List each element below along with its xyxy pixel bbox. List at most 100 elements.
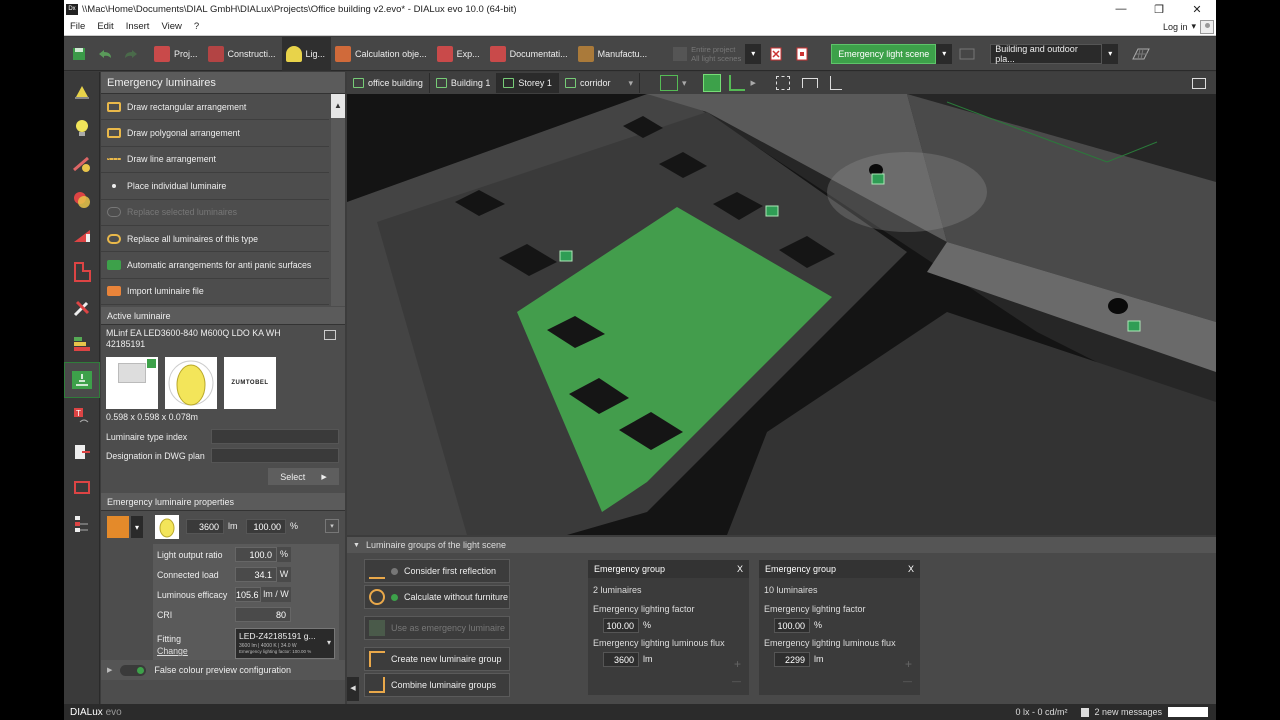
change-fitting-link[interactable]: Change <box>157 646 188 656</box>
light-scene-selector[interactable]: Emergency light scene ▾ <box>831 43 953 64</box>
designation-input[interactable] <box>211 448 339 464</box>
save-icon[interactable] <box>68 43 90 65</box>
login-link[interactable]: Log in <box>1163 22 1188 32</box>
view-mode-icon[interactable] <box>659 75 678 91</box>
text-tool-icon[interactable]: T <box>64 398 100 434</box>
draw-polygonal-button[interactable]: Draw polygonal arrangement <box>101 120 329 147</box>
scroll-up-button[interactable]: ▲ <box>331 94 345 118</box>
select-button[interactable]: Select ▶ <box>268 468 339 486</box>
light-distribution-diagram[interactable] <box>165 357 217 410</box>
false-colour-row[interactable]: ▶ False colour preview configuration <box>101 660 345 680</box>
collapse-sidebar-button[interactable]: ◀ <box>347 677 359 701</box>
escape-route-icon[interactable] <box>64 434 100 470</box>
calc-filter-dropdown[interactable]: ▾ <box>745 43 762 64</box>
tab-export[interactable]: Exp... <box>433 37 486 71</box>
room-luminaire-icon[interactable] <box>64 254 100 290</box>
axis-icon[interactable] <box>829 76 842 90</box>
action-list-scrollbar[interactable]: ▲ <box>331 94 345 306</box>
tab-documentation[interactable]: Documentati... <box>486 37 574 71</box>
login-area[interactable]: Log in ▾ <box>1163 19 1216 34</box>
use-as-emergency-button[interactable]: Use as emergency luminaire <box>364 616 510 640</box>
tab-calculation-objects[interactable]: Calculation obje... <box>331 37 433 71</box>
replace-all-button[interactable]: Replace all luminaires of this type <box>101 226 329 253</box>
fitting-select[interactable]: LED-Z42185191 g... 3600 lm | 4000 K | 34… <box>235 628 335 660</box>
factor-input[interactable]: 100.00 <box>246 519 286 535</box>
emergency-luminaire-marker[interactable] <box>765 205 779 217</box>
crumb-corridor[interactable]: corridor ▾ <box>559 73 640 93</box>
floor-plan-icon[interactable] <box>728 75 745 91</box>
messages-icon[interactable] <box>1081 707 1090 717</box>
3d-viewport[interactable]: office building Building 1 Storey 1 corr… <box>347 72 1216 535</box>
consider-first-reflection-button[interactable]: Consider first reflection <box>364 559 510 583</box>
emergency-distribution-thumb[interactable] <box>155 515 179 540</box>
expand-properties-button[interactable]: ▾ <box>325 519 339 534</box>
import-luminaire-button[interactable]: Import luminaire file <box>101 279 329 306</box>
menu-help[interactable]: ? <box>188 21 205 32</box>
emergency-group-card[interactable]: Emergency group X 2 luminaires Emergency … <box>588 560 749 695</box>
create-group-button[interactable]: Create new luminaire group <box>364 647 510 671</box>
crumb-storey-1[interactable]: Storey 1 <box>497 73 559 93</box>
menu-edit[interactable]: Edit <box>91 21 119 32</box>
view-select[interactable]: Building and outdoor pla... <box>990 43 1103 64</box>
area-icon[interactable] <box>64 470 100 506</box>
emergency-luminaire-icon[interactable] <box>64 362 100 398</box>
replace-selected-button[interactable]: Replace selected luminaires <box>101 200 329 226</box>
auto-anti-panic-button[interactable]: Automatic arrangements for anti panic su… <box>101 252 329 279</box>
tab-manufacturer[interactable]: Manufactu... <box>574 37 654 71</box>
measure-icon[interactable] <box>801 78 818 88</box>
emergency-luminaire-marker[interactable] <box>559 250 573 262</box>
copy-icon[interactable] <box>324 330 336 341</box>
crumb-office-building[interactable]: office building <box>347 73 430 93</box>
menu-file[interactable]: File <box>64 21 91 32</box>
tab-construction[interactable]: Constructi... <box>204 37 282 71</box>
luminaire-mode-icon[interactable] <box>64 74 100 110</box>
emergency-type-dropdown[interactable]: ▾ <box>131 516 143 539</box>
light-level-icon[interactable] <box>64 218 100 254</box>
type-index-input[interactable] <box>211 429 339 445</box>
zoom-extents-icon[interactable] <box>775 76 790 90</box>
add-luminaire-button[interactable]: + <box>734 657 741 671</box>
scene-settings-icon[interactable] <box>956 43 978 65</box>
crumb-building-1[interactable]: Building 1 <box>430 73 498 93</box>
emergency-luminaire-marker[interactable] <box>871 173 885 185</box>
view-select-dropdown[interactable]: ▾ <box>1102 43 1119 64</box>
calculate-without-furniture-button[interactable]: Calculate without furniture <box>364 585 510 609</box>
avatar[interactable] <box>1200 19 1214 34</box>
flux-input[interactable]: 3600 <box>186 519 224 535</box>
light-scene-button[interactable]: Emergency light scene <box>831 43 937 64</box>
colour-icon[interactable] <box>64 182 100 218</box>
emergency-type-button[interactable] <box>107 516 129 539</box>
delete-calc-icon[interactable] <box>765 43 787 65</box>
minimize-button[interactable]: — <box>1102 3 1140 15</box>
draw-rectangular-button[interactable]: Draw rectangular arrangement <box>101 94 329 121</box>
luminaire-photo[interactable] <box>106 357 158 410</box>
light-scenes-icon[interactable] <box>64 326 100 362</box>
close-button[interactable]: ✕ <box>1178 3 1216 16</box>
close-group-button[interactable]: X <box>908 564 914 574</box>
tab-project[interactable]: Proj... <box>150 37 204 71</box>
view-selector[interactable]: Building and outdoor pla... ▾ <box>990 43 1119 64</box>
maximize-button[interactable]: ❐ <box>1140 3 1178 16</box>
tab-light[interactable]: Lig... <box>281 36 332 71</box>
false-colour-toggle[interactable] <box>120 664 147 676</box>
arrange-luminaires-icon[interactable] <box>64 146 100 182</box>
combine-groups-button[interactable]: Combine luminaire groups <box>364 673 510 697</box>
emergency-group-card[interactable]: Emergency group X 10 luminaires Emergency… <box>759 560 920 695</box>
draw-line-button[interactable]: Draw line arrangement <box>101 147 329 174</box>
menu-view[interactable]: View <box>155 21 187 32</box>
place-individual-button[interactable]: Place individual luminaire <box>101 173 329 200</box>
undo-icon[interactable] <box>94 43 116 65</box>
factor-input[interactable]: 100.00 <box>774 618 810 633</box>
plan-view-icon[interactable] <box>1130 43 1152 65</box>
remove-luminaire-button[interactable]: — <box>732 676 741 686</box>
stop-calc-icon[interactable] <box>791 43 813 65</box>
tools-icon[interactable] <box>64 290 100 326</box>
redo-icon[interactable] <box>120 43 142 65</box>
flux-input[interactable]: 3600 <box>603 652 639 667</box>
3d-scene[interactable] <box>347 72 1216 535</box>
monitor-icon[interactable] <box>1192 77 1206 89</box>
luminaire-list-icon[interactable] <box>64 506 100 542</box>
emergency-luminaire-marker[interactable] <box>1127 320 1141 332</box>
flux-input[interactable]: 2299 <box>774 652 810 667</box>
light-scene-dropdown[interactable]: ▾ <box>936 43 953 64</box>
